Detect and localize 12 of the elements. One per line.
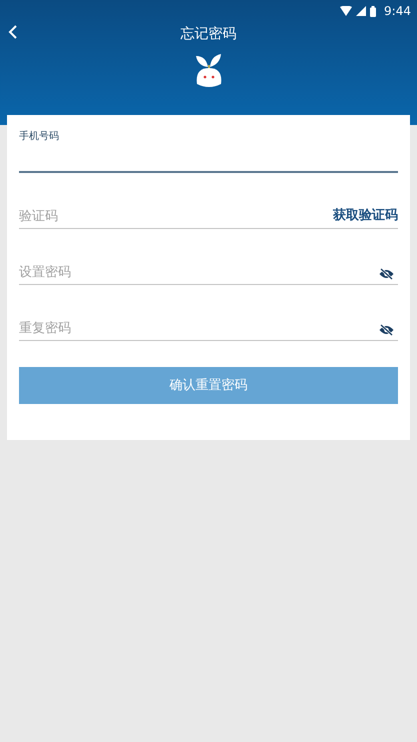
input-field[interactable]: 设置密码 — [19, 262, 375, 284]
input-field[interactable]: 重复密码 — [19, 318, 375, 340]
back-button[interactable] — [8, 24, 18, 40]
input-field[interactable]: 验证码 — [19, 206, 333, 228]
signal-icon — [356, 6, 366, 16]
get-code-link[interactable]: 获取验证码 — [333, 206, 398, 228]
input-field[interactable]: 手机号码 — [19, 125, 398, 173]
wifi-icon — [340, 6, 352, 16]
mascot-logo-icon — [194, 54, 224, 88]
page-title: 忘记密码 — [180, 24, 236, 44]
status-time: 9:44 — [384, 3, 411, 20]
battery-icon — [370, 6, 376, 16]
